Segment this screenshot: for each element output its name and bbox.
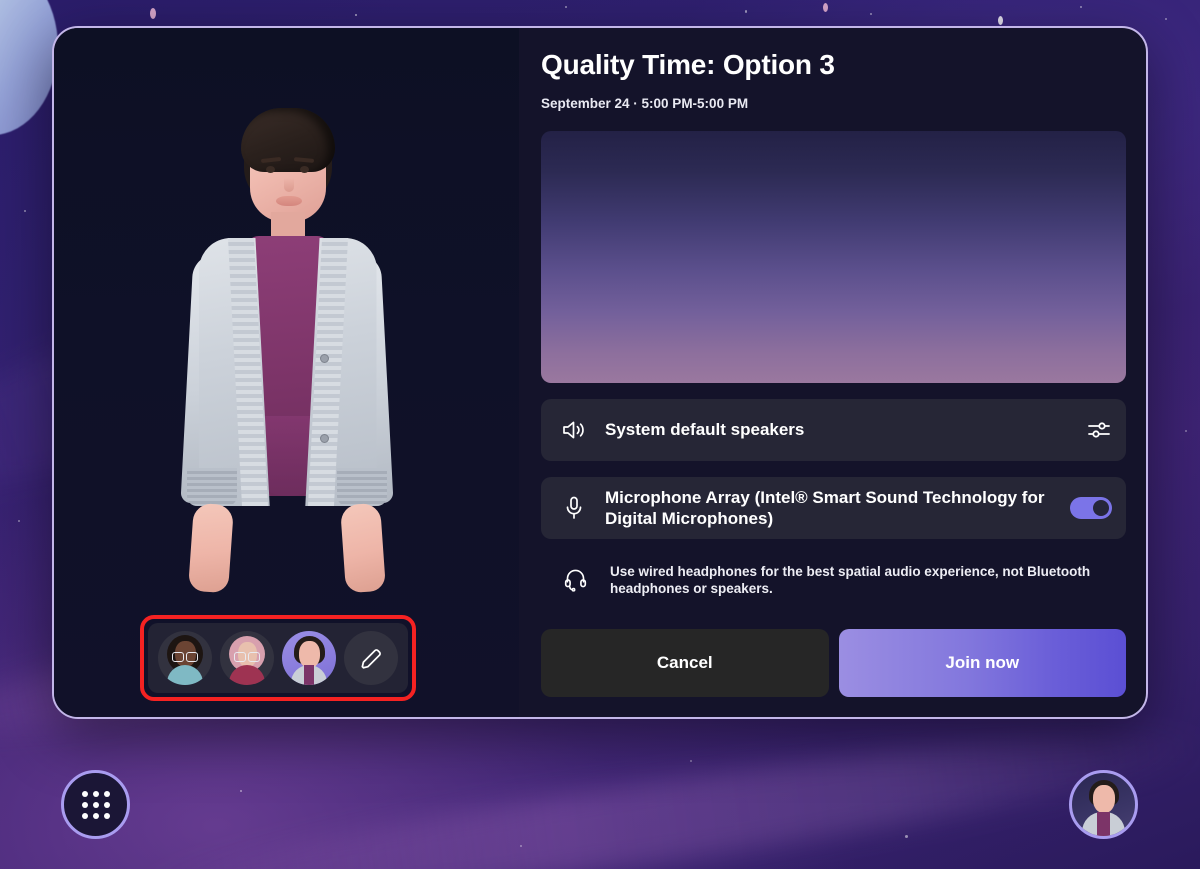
meeting-detail-pane: Quality Time: Option 3 September 24 · 5:… bbox=[519, 28, 1146, 717]
avatar-option-2[interactable] bbox=[220, 631, 274, 685]
microphone-icon bbox=[561, 495, 587, 521]
avatar-thumbnail bbox=[282, 631, 336, 685]
nebula-streak bbox=[119, 703, 1200, 869]
planet-decoration bbox=[0, 0, 58, 135]
join-now-button[interactable]: Join now bbox=[838, 629, 1126, 698]
apps-grid-icon bbox=[81, 790, 110, 819]
meeting-time: September 24 · 5:00 PM-5:00 PM bbox=[541, 95, 749, 111]
avatar-thumbnail bbox=[158, 631, 212, 685]
avatar-3d-figure bbox=[137, 86, 437, 646]
microphone-toggle[interactable] bbox=[1070, 496, 1112, 519]
apps-grid-button[interactable] bbox=[61, 770, 130, 839]
speaker-device-label: System default speakers bbox=[605, 420, 805, 440]
spatial-audio-hint: Use wired headphones for the best spatia… bbox=[541, 553, 1126, 607]
meeting-join-screen: Quality Time: Option 3 September 24 · 5:… bbox=[0, 0, 1200, 869]
avatar-chooser-highlight bbox=[140, 615, 416, 701]
cancel-button[interactable]: Cancel bbox=[541, 629, 829, 698]
page-title: Quality Time: Option 3 bbox=[541, 49, 835, 80]
speaker-icon bbox=[561, 418, 587, 442]
avatar-thumbnail bbox=[1072, 773, 1135, 836]
video-preview-panel[interactable] bbox=[541, 130, 1126, 383]
audio-settings-icon[interactable] bbox=[1086, 418, 1112, 442]
avatar-preview-pane bbox=[54, 28, 519, 717]
avatar-option-1[interactable] bbox=[158, 631, 212, 685]
avatar-chooser bbox=[148, 623, 408, 693]
pencil-icon bbox=[361, 649, 381, 669]
toggle-track[interactable] bbox=[1070, 496, 1112, 519]
edit-avatar-button[interactable] bbox=[344, 631, 398, 685]
avatar-option-3[interactable] bbox=[282, 631, 336, 685]
glasses-icon bbox=[172, 652, 198, 662]
my-avatar-button[interactable] bbox=[1069, 770, 1138, 839]
dialog-actions: Cancel Join now bbox=[541, 629, 1126, 698]
microphone-device-row[interactable]: Microphone Array (Intel® Smart Sound Tec… bbox=[541, 476, 1126, 539]
speaker-device-row[interactable]: System default speakers bbox=[541, 398, 1126, 461]
glasses-icon bbox=[234, 652, 260, 662]
join-meeting-dialog: Quality Time: Option 3 September 24 · 5:… bbox=[52, 26, 1148, 719]
headset-icon bbox=[563, 567, 588, 593]
microphone-device-label: Microphone Array (Intel® Smart Sound Tec… bbox=[605, 487, 1045, 528]
spatial-audio-hint-text: Use wired headphones for the best spatia… bbox=[610, 563, 1091, 596]
avatar-thumbnail bbox=[220, 631, 274, 685]
toggle-knob bbox=[1093, 499, 1109, 516]
